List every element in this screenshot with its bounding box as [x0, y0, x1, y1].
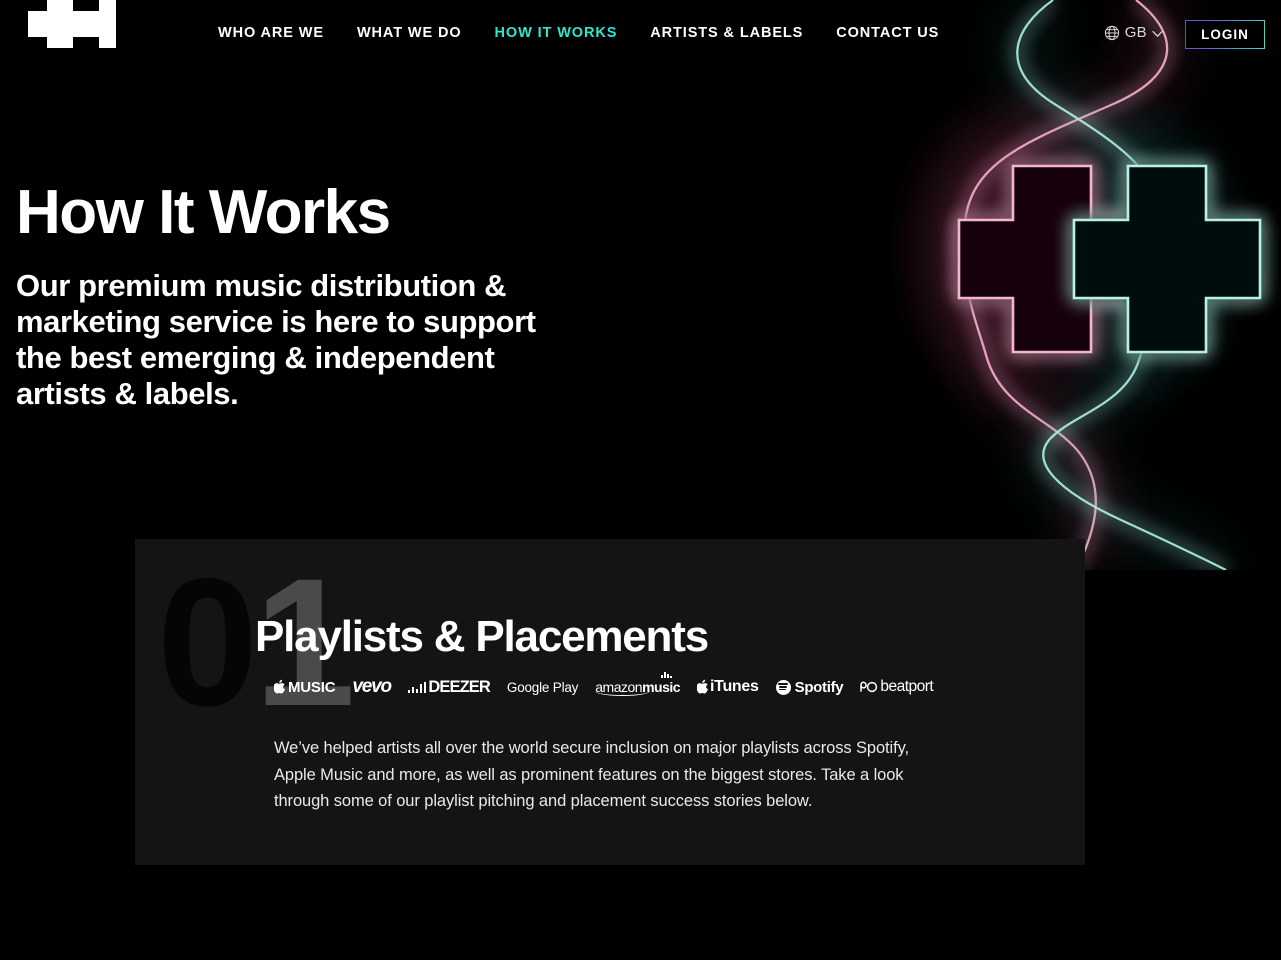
globe-icon — [1104, 25, 1119, 40]
nav-item-what-we-do[interactable]: WHAT WE DO — [357, 25, 462, 41]
nav-item-artists-labels[interactable]: ARTISTS & LABELS — [650, 25, 803, 41]
deezer-logo: DEEZER — [407, 677, 491, 697]
amazon-eq-icon — [661, 672, 673, 678]
google-play-logo: Google Play — [506, 679, 579, 695]
amazon-smile-icon — [595, 691, 651, 696]
apple-music-label: MUSIC — [288, 678, 336, 696]
page-title: How It Works — [16, 178, 391, 247]
apple-icon — [274, 679, 286, 694]
itunes-label: iTunes — [710, 678, 759, 695]
beatport-logo: beatport — [860, 678, 934, 696]
itunes-logo: iTunes — [697, 678, 759, 696]
chevron-down-icon — [1152, 30, 1163, 37]
platform-logos-row: MUSIC vevo DEEZER Google Play amazon musi… — [274, 672, 934, 698]
amazon-music-logo: amazon music — [595, 672, 681, 696]
neon-cross-pink — [957, 164, 1147, 354]
apple-music-logo: MUSIC — [274, 678, 336, 696]
language-selector[interactable]: GB — [1104, 24, 1163, 41]
double-cross-logo-icon — [28, 0, 116, 48]
spotify-circle-icon — [775, 679, 791, 695]
step-card-paragraph: We’ve helped artists all over the world … — [274, 739, 909, 811]
vevo-logo: vevo — [352, 676, 392, 697]
hero-subtitle: Our premium music distribution & marketi… — [16, 268, 536, 411]
neon-cross-teal — [1072, 164, 1262, 354]
neon-crosses-graphic — [881, 0, 1281, 570]
nav-item-how-it-works[interactable]: HOW IT WORKS — [495, 25, 618, 41]
nav-item-who-are-we[interactable]: WHO ARE WE — [218, 25, 324, 41]
main-navigation: WHO ARE WE WHAT WE DO HOW IT WORKS ARTIS… — [218, 25, 939, 41]
step-card-title: Playlists & Placements — [255, 612, 709, 661]
deezer-bars-icon — [407, 681, 427, 693]
step-card-01: 01 Playlists & Placements MUSIC vevo DEE… — [135, 539, 1085, 865]
step-number-digit-0: 0 — [157, 540, 258, 744]
hero-section: How It Works Our premium music distribut… — [16, 182, 536, 412]
spotify-logo: Spotify — [775, 678, 844, 696]
page-root: WHO ARE WE WHAT WE DO HOW IT WORKS ARTIS… — [0, 0, 1281, 960]
nav-item-contact-us[interactable]: CONTACT US — [836, 25, 939, 41]
beatport-label: beatport — [880, 678, 934, 695]
site-header: WHO ARE WE WHAT WE DO HOW IT WORKS ARTIS… — [0, 0, 1281, 70]
deezer-label: DEEZER — [428, 677, 490, 696]
site-logo[interactable] — [16, 0, 116, 48]
apple-icon — [697, 679, 709, 694]
login-button[interactable]: LOGIN — [1185, 20, 1265, 49]
beatport-mark-icon — [860, 680, 878, 692]
spotify-label: Spotify — [794, 678, 844, 696]
language-value: GB — [1124, 24, 1147, 41]
